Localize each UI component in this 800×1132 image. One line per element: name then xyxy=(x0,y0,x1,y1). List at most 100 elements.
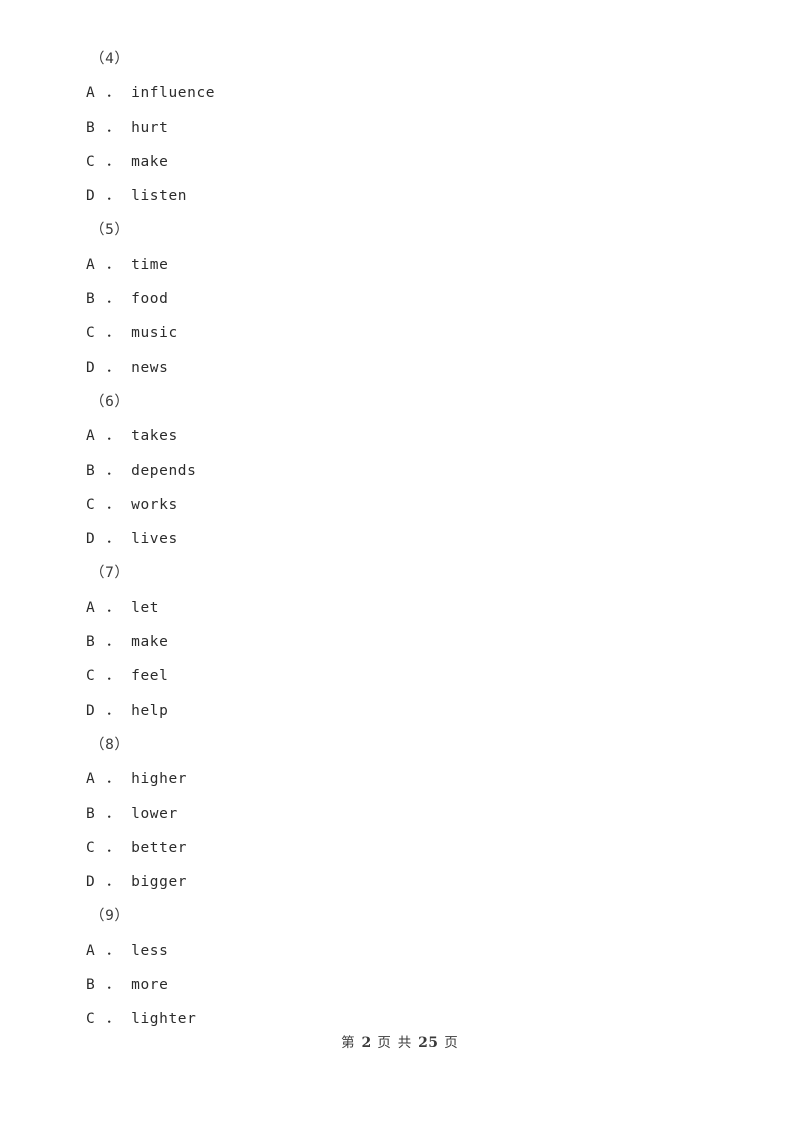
answer-option[interactable]: C ． make xyxy=(0,145,800,179)
option-text: better xyxy=(131,839,188,856)
option-separator: ． xyxy=(105,942,121,959)
option-separator: ． xyxy=(105,119,121,136)
option-letter: A xyxy=(86,428,96,445)
option-letter: C xyxy=(86,153,96,170)
option-separator: ． xyxy=(105,805,121,822)
question-number: （4） xyxy=(90,51,130,67)
option-separator: ． xyxy=(105,256,121,273)
document-page: （4） A ． influence B ． hurt C ． make D ． list… xyxy=(0,0,800,1132)
option-text: news xyxy=(131,359,169,376)
answer-option[interactable]: D ． news xyxy=(0,351,800,385)
option-separator: ． xyxy=(105,153,121,170)
option-text: let xyxy=(131,599,160,616)
option-letter: B xyxy=(86,291,96,308)
answer-option[interactable]: A ． influence xyxy=(0,76,800,110)
answer-option[interactable]: A ． higher xyxy=(0,762,800,796)
answer-option[interactable]: C ． music xyxy=(0,316,800,350)
option-text: feel xyxy=(131,668,169,685)
option-text: listen xyxy=(131,188,188,205)
answer-option[interactable]: C ． feel xyxy=(0,659,800,693)
option-letter: A xyxy=(86,85,96,102)
question-number: （6） xyxy=(90,393,130,410)
option-separator: ． xyxy=(105,359,121,376)
answer-option[interactable]: A ． let xyxy=(0,591,800,625)
option-separator: ． xyxy=(105,428,121,445)
option-text: music xyxy=(131,325,178,342)
option-letter: B xyxy=(86,462,96,479)
answer-option[interactable]: B ． food xyxy=(0,282,800,316)
option-letter: A xyxy=(86,599,96,616)
option-text: food xyxy=(131,291,169,308)
option-text: more xyxy=(131,977,169,994)
footer-page-unit-1: 页 xyxy=(377,1035,393,1051)
answer-option[interactable]: A ． takes xyxy=(0,419,800,453)
option-text: time xyxy=(131,256,169,273)
answer-option[interactable]: D ． listen xyxy=(0,179,800,213)
option-separator: ． xyxy=(105,668,121,685)
answer-option[interactable]: B ． more xyxy=(0,968,800,1002)
option-text: lower xyxy=(131,805,178,822)
question-number: （7） xyxy=(90,565,130,582)
footer-current-page: 2 xyxy=(361,1035,372,1051)
answer-option[interactable]: A ． time xyxy=(0,248,800,282)
option-separator: ． xyxy=(105,531,121,548)
option-separator: ． xyxy=(105,771,121,788)
option-separator: ． xyxy=(105,599,121,616)
option-letter: C xyxy=(86,325,96,342)
option-text: make xyxy=(131,634,169,651)
question-list: （4） A ． influence B ． hurt C ． make D ． list… xyxy=(0,42,800,1037)
answer-option[interactable]: C ． better xyxy=(0,831,800,865)
option-text: less xyxy=(131,942,169,959)
option-text: help xyxy=(131,702,169,719)
option-text: depends xyxy=(131,462,197,479)
option-text: lives xyxy=(131,531,178,548)
option-text: make xyxy=(131,153,169,170)
option-separator: ． xyxy=(105,634,121,651)
option-separator: ． xyxy=(105,839,121,856)
question-number: （8） xyxy=(90,736,130,753)
option-separator: ． xyxy=(105,325,121,342)
option-separator: ． xyxy=(105,1011,121,1028)
footer-page-unit-2: 页 xyxy=(444,1035,459,1051)
option-letter: C xyxy=(86,839,96,856)
option-text: lighter xyxy=(131,1011,197,1028)
option-separator: ． xyxy=(105,496,121,513)
footer-total-pages: 25 xyxy=(418,1035,439,1051)
option-letter: A xyxy=(86,256,96,273)
option-letter: B xyxy=(86,977,96,994)
answer-option[interactable]: B ． lower xyxy=(0,797,800,831)
option-separator: ． xyxy=(105,702,121,719)
option-letter: D xyxy=(86,359,96,376)
question-number: （9） xyxy=(90,908,130,925)
answer-option[interactable]: B ． depends xyxy=(0,454,800,488)
option-letter: B xyxy=(86,119,96,136)
option-letter: D xyxy=(86,531,96,548)
answer-option[interactable]: B ． hurt xyxy=(0,111,800,145)
answer-option[interactable]: D ． help xyxy=(0,694,800,728)
option-letter: B xyxy=(86,634,96,651)
option-letter: D xyxy=(86,188,96,205)
answer-option[interactable]: C ． works xyxy=(0,488,800,522)
answer-option[interactable]: B ． make xyxy=(0,625,800,659)
option-separator: ． xyxy=(105,977,121,994)
option-text: works xyxy=(131,496,178,513)
option-text: hurt xyxy=(131,119,169,136)
option-letter: D xyxy=(86,702,96,719)
option-separator: ． xyxy=(105,188,121,205)
option-separator: ． xyxy=(105,85,121,102)
option-separator: ． xyxy=(105,291,121,308)
option-letter: C xyxy=(86,1011,96,1028)
question-number: （5） xyxy=(90,222,130,239)
option-letter: C xyxy=(86,496,96,513)
option-separator: ． xyxy=(105,462,121,479)
option-letter: C xyxy=(86,668,96,685)
option-letter: A xyxy=(86,942,96,959)
answer-option[interactable]: D ． lives xyxy=(0,522,800,556)
option-text: higher xyxy=(131,771,188,788)
footer-prefix: 第 xyxy=(341,1035,356,1051)
answer-option[interactable]: D ． bigger xyxy=(0,865,800,899)
page-footer: 第 2 页 共 25 页 xyxy=(0,1031,800,1051)
answer-option[interactable]: A ． less xyxy=(0,934,800,968)
option-separator: ． xyxy=(105,874,121,891)
option-text: takes xyxy=(131,428,178,445)
